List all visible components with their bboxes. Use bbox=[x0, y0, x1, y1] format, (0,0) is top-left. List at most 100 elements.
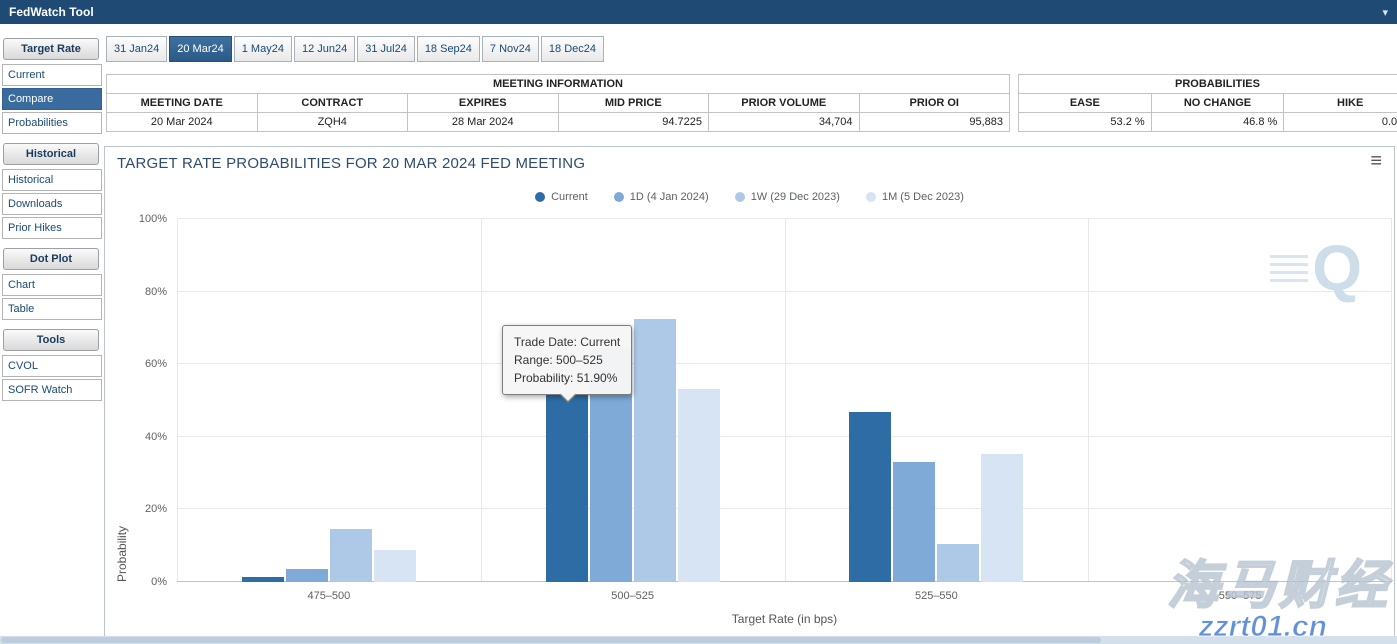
col-meeting-date: MEETING DATE bbox=[107, 94, 258, 113]
chart-legend: Current 1D (4 Jan 2024) 1W (29 Dec 2023) 1M… bbox=[105, 191, 1394, 203]
sidebar-item-table[interactable]: Table bbox=[2, 298, 102, 320]
bar-1m-5-dec-2023-525-550[interactable] bbox=[981, 454, 1023, 582]
titlebar-icon[interactable]: ▾ bbox=[1382, 6, 1388, 19]
col-hike: HIKE bbox=[1284, 94, 1397, 113]
bar-group-475-500 bbox=[177, 219, 481, 582]
y-tick-40: 40% bbox=[145, 431, 167, 443]
tab-31-jul24[interactable]: 31 Jul24 bbox=[357, 36, 415, 62]
bar-1d-4-jan-2024-475-500[interactable] bbox=[286, 569, 328, 582]
sidebar-section-target-rate: Target Rate CurrentCompareProbabilities bbox=[2, 38, 102, 134]
legend-label-1w-29-dec-2023: 1W (29 Dec 2023) bbox=[751, 191, 840, 203]
legend-label-1m-5-dec-2023: 1M (5 Dec 2023) bbox=[882, 191, 964, 203]
scrollbar-thumb[interactable] bbox=[1, 637, 1101, 643]
app-title: FedWatch Tool bbox=[9, 5, 94, 19]
tab-12-jun24[interactable]: 12 Jun24 bbox=[294, 36, 355, 62]
y-axis-title: Probability bbox=[115, 219, 129, 582]
val-ease: 53.2 % bbox=[1019, 113, 1152, 132]
legend-item-current[interactable]: Current bbox=[535, 191, 588, 203]
legend-label-current: Current bbox=[551, 191, 588, 203]
x-tick-550-575: 550–575 bbox=[1219, 590, 1262, 602]
legend-marker-1m-5-dec-2023 bbox=[866, 192, 876, 202]
tooltip-trade-date: Trade Date: Current bbox=[514, 333, 620, 351]
col-ease: EASE bbox=[1019, 94, 1152, 113]
bar-1w-29-dec-2023-475-500[interactable] bbox=[330, 529, 372, 582]
bar-1m-5-dec-2023-475-500[interactable] bbox=[374, 550, 416, 582]
bar-group-525-550 bbox=[785, 219, 1089, 582]
sidebar-header-target-rate[interactable]: Target Rate bbox=[3, 38, 99, 60]
tooltip-probability: Probability: 51.90% bbox=[514, 369, 620, 387]
chart-tooltip: Trade Date: Current Range: 500–525 Proba… bbox=[502, 325, 632, 395]
legend-item-1d-4-jan-2024[interactable]: 1D (4 Jan 2024) bbox=[614, 191, 709, 203]
sidebar-item-prior-hikes[interactable]: Prior Hikes bbox=[2, 217, 102, 239]
tab-7-nov24[interactable]: 7 Nov24 bbox=[482, 36, 539, 62]
bar-group-550-575 bbox=[1088, 219, 1392, 582]
x-tick-475-500: 475–500 bbox=[307, 590, 350, 602]
y-tick-0: 0% bbox=[151, 576, 167, 588]
tooltip-range: Range: 500–525 bbox=[514, 351, 620, 369]
val-prior-volume: 34,704 bbox=[709, 113, 860, 132]
val-no-change: 46.8 % bbox=[1151, 113, 1284, 132]
bar-1d-4-jan-2024-525-550[interactable] bbox=[893, 462, 935, 582]
meeting-information-header: MEETING INFORMATION bbox=[107, 75, 1010, 94]
col-no-change: NO CHANGE bbox=[1151, 94, 1284, 113]
bar-1w-29-dec-2023-500-525[interactable] bbox=[634, 319, 676, 582]
val-contract: ZQH4 bbox=[257, 113, 408, 132]
y-tick-80: 80% bbox=[145, 286, 167, 298]
legend-marker-1w-29-dec-2023 bbox=[735, 192, 745, 202]
x-axis-title: Target Rate (in bps) bbox=[177, 612, 1392, 626]
sidebar-item-probabilities[interactable]: Probabilities bbox=[2, 112, 102, 134]
tab-18-sep24[interactable]: 18 Sep24 bbox=[417, 36, 480, 62]
legend-label-1d-4-jan-2024: 1D (4 Jan 2024) bbox=[630, 191, 709, 203]
y-tick-100: 100% bbox=[139, 213, 167, 225]
sidebar-item-chart[interactable]: Chart bbox=[2, 274, 102, 296]
col-prior-oi: PRIOR OI bbox=[859, 94, 1010, 113]
legend-marker-1d-4-jan-2024 bbox=[614, 192, 624, 202]
val-mid-price: 94.7225 bbox=[558, 113, 709, 132]
col-contract: CONTRACT bbox=[257, 94, 408, 113]
bar-1w-29-dec-2023-525-550[interactable] bbox=[937, 544, 979, 582]
sidebar: Target Rate CurrentCompareProbabilities Hi… bbox=[2, 38, 102, 410]
plot-area: Probability Q Trade Date: Current Range:… bbox=[177, 219, 1392, 582]
sidebar-header-tools[interactable]: Tools bbox=[3, 329, 99, 351]
meeting-info-table-wrap: MEETING INFORMATIONMEETING DATECONTRACTE… bbox=[106, 74, 1010, 132]
tab-18-dec24[interactable]: 18 Dec24 bbox=[541, 36, 604, 62]
sidebar-header-historical[interactable]: Historical bbox=[3, 143, 99, 165]
tab-31-jan24[interactable]: 31 Jan24 bbox=[106, 36, 167, 62]
sidebar-item-downloads[interactable]: Downloads bbox=[2, 193, 102, 215]
y-tick-60: 60% bbox=[145, 358, 167, 370]
bar-current-525-550[interactable] bbox=[849, 412, 891, 582]
page: FedWatch Tool ▾ Target RateCurrentCompar… bbox=[0, 0, 1397, 644]
sidebar-item-current[interactable]: Current bbox=[2, 64, 102, 86]
bar-1m-5-dec-2023-500-525[interactable] bbox=[678, 389, 720, 582]
y-tick-20: 20% bbox=[145, 503, 167, 515]
legend-item-1w-29-dec-2023[interactable]: 1W (29 Dec 2023) bbox=[735, 191, 840, 203]
col-expires: EXPIRES bbox=[408, 94, 559, 113]
x-tick-525-550: 525–550 bbox=[915, 590, 958, 602]
chart-title: TARGET RATE PROBABILITIES FOR 20 MAR 202… bbox=[117, 155, 585, 172]
col-prior-volume: PRIOR VOLUME bbox=[709, 94, 860, 113]
sidebar-item-historical[interactable]: Historical bbox=[2, 169, 102, 191]
sidebar-section-dot-plot: Dot Plot ChartTable bbox=[2, 248, 102, 320]
legend-marker-current bbox=[535, 192, 545, 202]
val-hike: 0.0 % bbox=[1284, 113, 1397, 132]
col-mid-price: MID PRICE bbox=[558, 94, 709, 113]
chart-context-menu-icon[interactable]: ≡ bbox=[1370, 151, 1382, 171]
bar-group-500-525 bbox=[481, 219, 785, 582]
tab-20-mar24[interactable]: 20 Mar24 bbox=[169, 36, 231, 62]
bar-current-475-500[interactable] bbox=[242, 577, 284, 582]
probabilities-header: PROBABILITIES bbox=[1019, 75, 1397, 94]
sidebar-header-dot-plot[interactable]: Dot Plot bbox=[3, 248, 99, 270]
chart-panel: TARGET RATE PROBABILITIES FOR 20 MAR 202… bbox=[104, 146, 1395, 637]
bar-current-500-525[interactable] bbox=[546, 394, 588, 582]
tab-1-may24[interactable]: 1 May24 bbox=[234, 36, 292, 62]
legend-item-1m-5-dec-2023[interactable]: 1M (5 Dec 2023) bbox=[866, 191, 964, 203]
val-expires: 28 Mar 2024 bbox=[408, 113, 559, 132]
val-prior-oi: 95,883 bbox=[859, 113, 1010, 132]
x-tick-500-525: 500–525 bbox=[611, 590, 654, 602]
probabilities-table-wrap: PROBABILITIESEASENO CHANGEHIKE 53.2 %46.8… bbox=[1018, 74, 1397, 132]
sidebar-section-tools: Tools CVOLSOFR Watch bbox=[2, 329, 102, 401]
horizontal-scrollbar[interactable] bbox=[0, 636, 1397, 644]
sidebar-item-compare[interactable]: Compare bbox=[2, 88, 102, 110]
sidebar-item-sofr-watch[interactable]: SOFR Watch bbox=[2, 379, 102, 401]
sidebar-item-cvol[interactable]: CVOL bbox=[2, 355, 102, 377]
